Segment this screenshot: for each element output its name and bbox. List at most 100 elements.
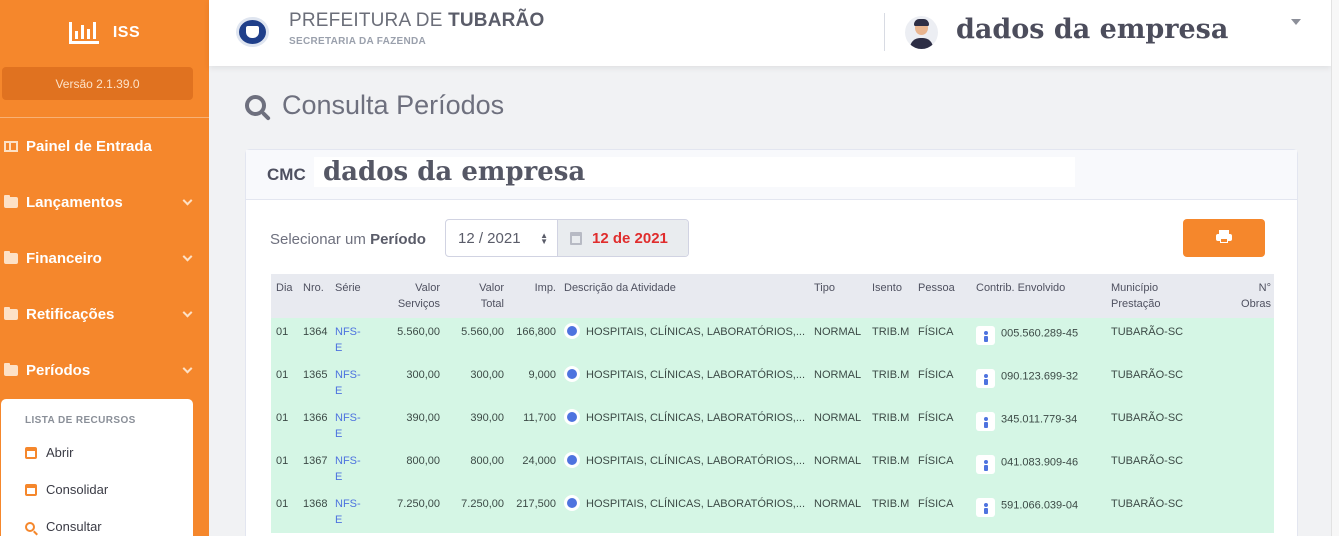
cell-descricao: HOSPITAIS, CLÍNICAS, LABORATÓRIOS,...: [559, 490, 809, 533]
person-icon[interactable]: [976, 326, 995, 345]
submenu-item-label: Consolidar: [46, 482, 109, 497]
cell-serie[interactable]: NFS- E: [330, 318, 368, 361]
sidebar-item-painel-de-entrada[interactable]: Painel de Entrada: [0, 118, 209, 174]
header-title-prefix: PREFEITURA DE: [289, 10, 443, 31]
table-row[interactable]: 01 1366 NFS- E 390,00 390,00 11,700 HOSPI…: [271, 404, 1274, 447]
col-imp[interactable]: Imp.: [507, 274, 559, 318]
col-nro[interactable]: Nro.: [298, 274, 330, 318]
sidebar-item-periodos[interactable]: Períodos: [0, 342, 209, 398]
city-emblem-icon: [236, 17, 269, 47]
folder-icon: [4, 362, 18, 376]
cell-contrib-text: 591.066.039-04: [1001, 499, 1079, 512]
info-icon[interactable]: [564, 452, 580, 469]
cell-descricao: HOSPITAIS, CLÍNICAS, LABORATÓRIOS,...: [559, 404, 809, 447]
brand[interactable]: ISS: [0, 0, 209, 66]
person-icon[interactable]: [976, 369, 995, 388]
col-valor-servicos[interactable]: Valor Serviços: [368, 274, 443, 318]
cell-contrib: 005.560.289-45: [971, 318, 1106, 361]
submenu-item-label: Consultar: [46, 519, 102, 534]
submenu-item-consolidar[interactable]: Consolidar: [1, 471, 193, 508]
brand-label: ISS: [112, 24, 141, 41]
cell-contrib-text: 345.011.779-34: [1001, 413, 1078, 426]
sidebar-item-label: Retificações: [26, 305, 115, 323]
cell-tipo: NORMAL: [809, 447, 867, 490]
table-row[interactable]: 01 1367 NFS- E 800,00 800,00 24,000 HOSPI…: [271, 447, 1274, 490]
cell-obras: [1199, 447, 1274, 490]
col-dia[interactable]: Dia: [271, 274, 298, 318]
cell-isento: TRIB.M: [867, 361, 913, 404]
table-row[interactable]: 01 1365 NFS- E 300,00 300,00 9,000 HOSPIT…: [271, 361, 1274, 404]
col-obras[interactable]: N° Obras: [1199, 274, 1274, 318]
period-select-label-prefix: Selecionar um: [270, 231, 366, 248]
cell-serie[interactable]: NFS- E: [330, 361, 368, 404]
caret-down-icon[interactable]: [1291, 19, 1301, 25]
period-select[interactable]: 12 / 2021 ▲ ▼: [446, 220, 558, 256]
col-valor-total[interactable]: Valor Total: [443, 274, 507, 318]
search-icon: [25, 521, 35, 532]
cell-serie[interactable]: NFS- E: [330, 404, 368, 447]
cell-valor-servicos: 7.250,00: [368, 490, 443, 533]
col-tipo[interactable]: Tipo: [809, 274, 867, 318]
periods-table: Dia Nro. Série Valor Serviços Valor Total …: [271, 274, 1274, 533]
cell-contrib: 041.083.909-46: [971, 447, 1106, 490]
cell-valor-servicos: 300,00: [368, 361, 443, 404]
col-isento[interactable]: Isento: [867, 274, 913, 318]
sidebar-item-financeiro[interactable]: Financeiro: [0, 230, 209, 286]
calendar-icon: [570, 231, 582, 245]
period-display: 12 de 2021: [558, 220, 688, 256]
cell-descricao: HOSPITAIS, CLÍNICAS, LABORATÓRIOS,...: [559, 318, 809, 361]
sidebar: ISS Versão 2.1.39.0 Painel de Entrada La…: [0, 0, 209, 536]
col-serie[interactable]: Série: [330, 274, 368, 318]
info-icon[interactable]: [564, 495, 580, 512]
chevron-down-icon: [182, 307, 193, 318]
cell-descricao-text: HOSPITAIS, CLÍNICAS, LABORATÓRIOS,...: [586, 326, 806, 338]
person-icon[interactable]: [976, 498, 995, 517]
table-row[interactable]: 01 1364 NFS- E 5.560,00 5.560,00 166,800 …: [271, 318, 1274, 361]
cell-nro: 1364: [298, 318, 330, 361]
table-header-row: Dia Nro. Série Valor Serviços Valor Total …: [271, 274, 1274, 318]
version-badge: Versão 2.1.39.0: [2, 67, 193, 100]
cell-obras: [1199, 318, 1274, 361]
cell-descricao-text: HOSPITAIS, CLÍNICAS, LABORATÓRIOS,...: [586, 455, 806, 467]
col-pessoa[interactable]: Pessoa: [913, 274, 971, 318]
col-descricao[interactable]: Descrição da Atividade: [559, 274, 809, 318]
person-icon[interactable]: [976, 412, 995, 431]
info-icon[interactable]: [564, 409, 580, 426]
cell-pessoa: FÍSICA: [913, 361, 971, 404]
cell-obras: [1199, 490, 1274, 533]
cell-serie[interactable]: NFS- E: [330, 490, 368, 533]
chevron-down-icon: [182, 363, 193, 374]
cell-isento: TRIB.M: [867, 490, 913, 533]
calendar-check-icon: [25, 483, 37, 496]
person-icon[interactable]: [976, 455, 995, 474]
col-contrib[interactable]: Contrib. Envolvido: [971, 274, 1106, 318]
sidebar-item-label: Períodos: [26, 361, 91, 379]
col-municipio[interactable]: Município Prestação: [1106, 274, 1199, 318]
cell-imp: 9,000: [507, 361, 559, 404]
cell-valor-servicos: 800,00: [368, 447, 443, 490]
user-company-name[interactable]: dados da empresa: [956, 14, 1228, 45]
print-button[interactable]: [1183, 219, 1265, 257]
submenu-item-consultar[interactable]: Consultar: [1, 508, 193, 536]
sidebar-item-lancamentos[interactable]: Lançamentos: [0, 174, 209, 230]
cell-municipio: TUBARÃO-SC: [1106, 404, 1199, 447]
cell-dia: 01: [271, 318, 298, 361]
periodos-submenu: LISTA DE RECURSOS Abrir Consolidar Consu…: [1, 399, 193, 536]
avatar[interactable]: [905, 16, 938, 49]
info-icon[interactable]: [564, 366, 580, 383]
scrollbar[interactable]: [1331, 0, 1339, 536]
sidebar-item-retificacoes[interactable]: Retificações: [0, 286, 209, 342]
cell-descricao: HOSPITAIS, CLÍNICAS, LABORATÓRIOS,...: [559, 447, 809, 490]
submenu-item-abrir[interactable]: Abrir: [1, 434, 193, 471]
folder-icon: [4, 250, 18, 264]
cell-nro: 1366: [298, 404, 330, 447]
cell-serie[interactable]: NFS- E: [330, 447, 368, 490]
chevron-down-icon: [182, 251, 193, 262]
cell-tipo: NORMAL: [809, 490, 867, 533]
table-row[interactable]: 01 1368 NFS- E 7.250,00 7.250,00 217,500 …: [271, 490, 1274, 533]
cell-descricao-text: HOSPITAIS, CLÍNICAS, LABORATÓRIOS,...: [586, 498, 806, 510]
period-picker: 12 / 2021 ▲ ▼ 12 de 2021: [445, 219, 689, 257]
cell-tipo: NORMAL: [809, 361, 867, 404]
cell-imp: 24,000: [507, 447, 559, 490]
info-icon[interactable]: [564, 323, 580, 340]
